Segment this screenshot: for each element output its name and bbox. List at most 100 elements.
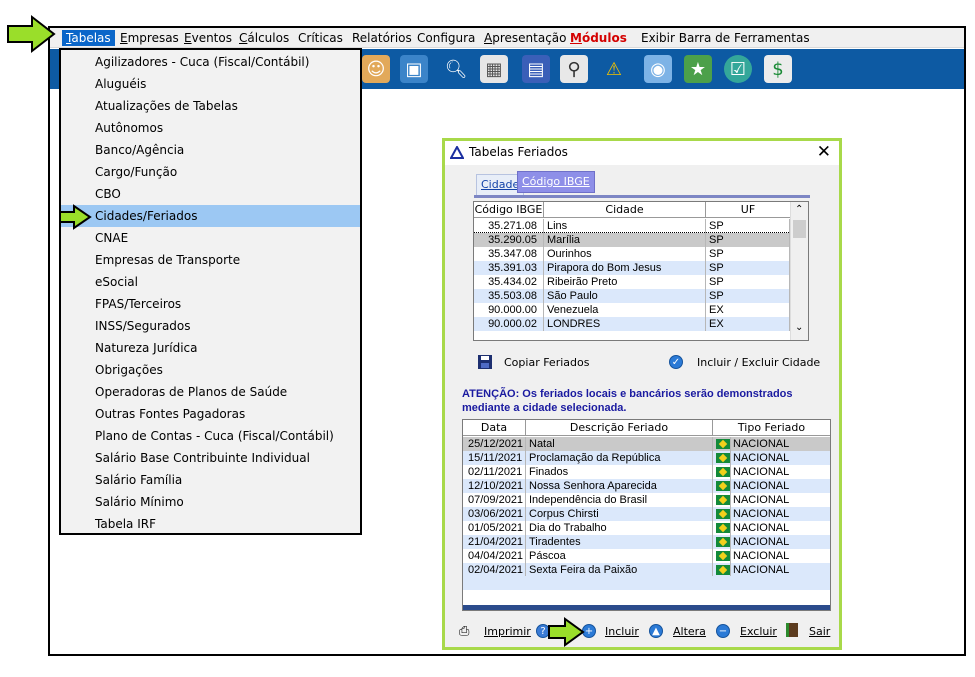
table-row[interactable]: 35.434.02 Ribeirão Preto SP bbox=[474, 275, 790, 289]
menu-item-empresas-transporte[interactable]: Empresas de Transporte bbox=[61, 249, 360, 271]
exit-door-icon[interactable] bbox=[786, 623, 798, 637]
column-header-codigo[interactable]: Código IBGE bbox=[474, 202, 544, 218]
menu-item-cnae[interactable]: CNAE bbox=[61, 227, 360, 249]
users-icon[interactable]: ☺ bbox=[362, 55, 390, 83]
column-header-cidade[interactable]: Cidade bbox=[544, 202, 706, 218]
edit-button[interactable]: Altera bbox=[673, 625, 706, 638]
menu-item-alugueis[interactable]: Aluguéis bbox=[61, 73, 360, 95]
menu-item-salario-familia[interactable]: Salário Família bbox=[61, 469, 360, 491]
calculator-icon[interactable]: ▦ bbox=[480, 55, 508, 83]
menu-item-salario-base[interactable]: Salário Base Contribuinte Individual bbox=[61, 447, 360, 469]
table-row[interactable]: 35.391.03 Pirapora do Bom Jesus SP bbox=[474, 261, 790, 275]
table-cell: 07/09/2021 bbox=[463, 493, 526, 507]
menu-item-inss[interactable]: INSS/Segurados bbox=[61, 315, 360, 337]
menu-configura[interactable]: Configura bbox=[417, 30, 475, 46]
warning-icon[interactable]: ⚠ bbox=[600, 55, 628, 83]
new-module-icon[interactable]: ★ bbox=[684, 55, 712, 83]
menu-modulos[interactable]: Módulos bbox=[570, 30, 627, 46]
search-icon[interactable]: 🔍︎ bbox=[442, 55, 470, 83]
money-document-icon[interactable]: $ bbox=[764, 55, 792, 83]
table-cell: 02/04/2021 bbox=[463, 563, 526, 577]
books-icon[interactable]: ▤ bbox=[522, 55, 550, 83]
menu-item-cidades-feriados[interactable]: Cidades/Feriados bbox=[61, 205, 360, 227]
copy-holidays-button[interactable]: Copiar Feriados bbox=[504, 356, 589, 369]
table-row[interactable]: 07/09/2021 Independência do Brasil NACIONA… bbox=[463, 493, 830, 507]
check-circle-icon[interactable]: ✓ bbox=[669, 355, 683, 369]
monitor-icon[interactable]: ▣ bbox=[400, 55, 428, 83]
save-disk-icon[interactable] bbox=[477, 354, 493, 370]
menu-item-obrigacoes[interactable]: Obrigações bbox=[61, 359, 360, 381]
menu-item-cargo[interactable]: Cargo/Função bbox=[61, 161, 360, 183]
table-row[interactable]: 03/06/2021 Corpus Chirsti NACIONAL bbox=[463, 507, 830, 521]
menu-criticas[interactable]: Críticas bbox=[298, 30, 343, 46]
flag-shape bbox=[716, 495, 730, 505]
pointer-arrow-icon bbox=[7, 14, 56, 54]
column-header-descricao[interactable]: Descrição Feriado bbox=[526, 420, 713, 436]
menu-apresentacao[interactable]: Apresentação bbox=[484, 30, 566, 46]
table-cell: 35.290.05 bbox=[474, 233, 544, 247]
checklist-icon[interactable]: ☑ bbox=[724, 55, 752, 83]
table-row[interactable]: 12/10/2021 Nossa Senhora Aparecida NACIONA… bbox=[463, 479, 830, 493]
table-row[interactable]: 04/04/2021 Páscoa NACIONAL bbox=[463, 549, 830, 563]
table-row[interactable]: 21/04/2021 Tiradentes NACIONAL bbox=[463, 535, 830, 549]
scroll-thumb[interactable] bbox=[793, 220, 806, 238]
table-cell: NACIONAL bbox=[733, 466, 790, 478]
table-row[interactable]: 35.347.08 Ourinhos SP bbox=[474, 247, 790, 261]
table-cell: Dia do Trabalho bbox=[526, 521, 713, 535]
table-row[interactable]: 35.290.05 Marília SP bbox=[474, 232, 791, 248]
holidays-table: Data Descrição Feriado Tipo Feriado 25/1… bbox=[462, 419, 831, 611]
column-header-uf[interactable]: UF bbox=[706, 202, 790, 218]
report-search-icon[interactable]: ⚲ bbox=[560, 55, 588, 83]
flag-shape bbox=[716, 523, 730, 533]
menu-item-fpas[interactable]: FPAS/Terceiros bbox=[61, 293, 360, 315]
table-row[interactable]: 02/11/2021 Finados NACIONAL bbox=[463, 465, 830, 479]
include-button[interactable]: Incluir bbox=[605, 625, 639, 638]
table-cell: NACIONAL bbox=[733, 536, 790, 548]
table-cell: Independência do Brasil bbox=[526, 493, 713, 507]
menu-item-esocial[interactable]: eSocial bbox=[61, 271, 360, 293]
menu-item-autonomos[interactable]: Autônomos bbox=[61, 117, 360, 139]
table-row[interactable]: 35.503.08 São Paulo SP bbox=[474, 289, 790, 303]
print-button[interactable]: Imprimir bbox=[484, 625, 531, 638]
table-row[interactable]: 02/04/2021 Sexta Feira da Paixão NACIONAL bbox=[463, 563, 830, 577]
menu-item-outras-fontes[interactable]: Outras Fontes Pagadoras bbox=[61, 403, 360, 425]
menu-item-natureza[interactable]: Natureza Jurídica bbox=[61, 337, 360, 359]
menu-exibir-barra[interactable]: Exibir Barra de Ferramentas bbox=[641, 30, 810, 46]
include-exclude-city-button[interactable]: Incluir / Excluir Cidade bbox=[697, 356, 820, 369]
cities-scrollbar[interactable]: ⌃ ⌄ bbox=[790, 202, 808, 340]
table-row[interactable]: 01/05/2021 Dia do Trabalho NACIONAL bbox=[463, 521, 830, 535]
scroll-down-icon[interactable]: ⌄ bbox=[795, 322, 803, 333]
scroll-up-icon[interactable]: ⌃ bbox=[795, 204, 803, 215]
table-row[interactable]: 25/12/2021 Natal NACIONAL bbox=[463, 437, 830, 451]
menu-item-cbo[interactable]: CBO bbox=[61, 183, 360, 205]
column-header-tipo[interactable]: Tipo Feriado bbox=[713, 420, 830, 436]
brazil-flag-icon bbox=[713, 507, 731, 521]
menu-item-salario-minimo[interactable]: Salário Mínimo bbox=[61, 491, 360, 513]
menu-item-plano-contas[interactable]: Plano de Contas - Cuca (Fiscal/Contábil) bbox=[61, 425, 360, 447]
tab-codigo-ibge[interactable]: Código IBGE bbox=[517, 171, 595, 193]
database-icon[interactable]: ◉ bbox=[644, 55, 672, 83]
exit-button[interactable]: Sair bbox=[809, 625, 830, 638]
table-cell: SP bbox=[706, 289, 790, 303]
menu-tabelas[interactable]: Tabelas bbox=[62, 30, 115, 46]
table-row[interactable]: 90.000.02 LONDRES EX bbox=[474, 317, 790, 331]
menu-item-tabela-irf[interactable]: Tabela IRF bbox=[61, 513, 360, 535]
menu-relatorios[interactable]: Relatórios bbox=[352, 30, 412, 46]
delete-button[interactable]: Excluir bbox=[740, 625, 777, 638]
menu-item-banco[interactable]: Banco/Agência bbox=[61, 139, 360, 161]
close-icon[interactable]: ✕ bbox=[817, 142, 831, 162]
menu-item-operadoras[interactable]: Operadoras de Planos de Saúde bbox=[61, 381, 360, 403]
menu-empresas[interactable]: Empresas bbox=[120, 30, 179, 46]
up-circle-icon[interactable]: ▲ bbox=[649, 624, 663, 638]
brazil-flag-icon bbox=[713, 549, 731, 563]
menu-item-atualizacoes[interactable]: Atualizações de Tabelas bbox=[61, 95, 360, 117]
table-row[interactable]: 90.000.00 Venezuela EX bbox=[474, 303, 790, 317]
table-row[interactable]: 15/11/2021 Proclamação da República NACION… bbox=[463, 451, 830, 465]
printer-icon[interactable]: ⎙ bbox=[459, 624, 469, 639]
column-header-data[interactable]: Data bbox=[463, 420, 526, 436]
table-row[interactable]: 35.271.08 Lins SP bbox=[474, 219, 790, 233]
menu-calculos[interactable]: Cálculos bbox=[239, 30, 289, 46]
minus-circle-icon[interactable]: − bbox=[716, 624, 730, 638]
menu-item-agilizadores[interactable]: Agilizadores - Cuca (Fiscal/Contábil) bbox=[61, 51, 360, 73]
menu-eventos[interactable]: Eventos bbox=[184, 30, 232, 46]
